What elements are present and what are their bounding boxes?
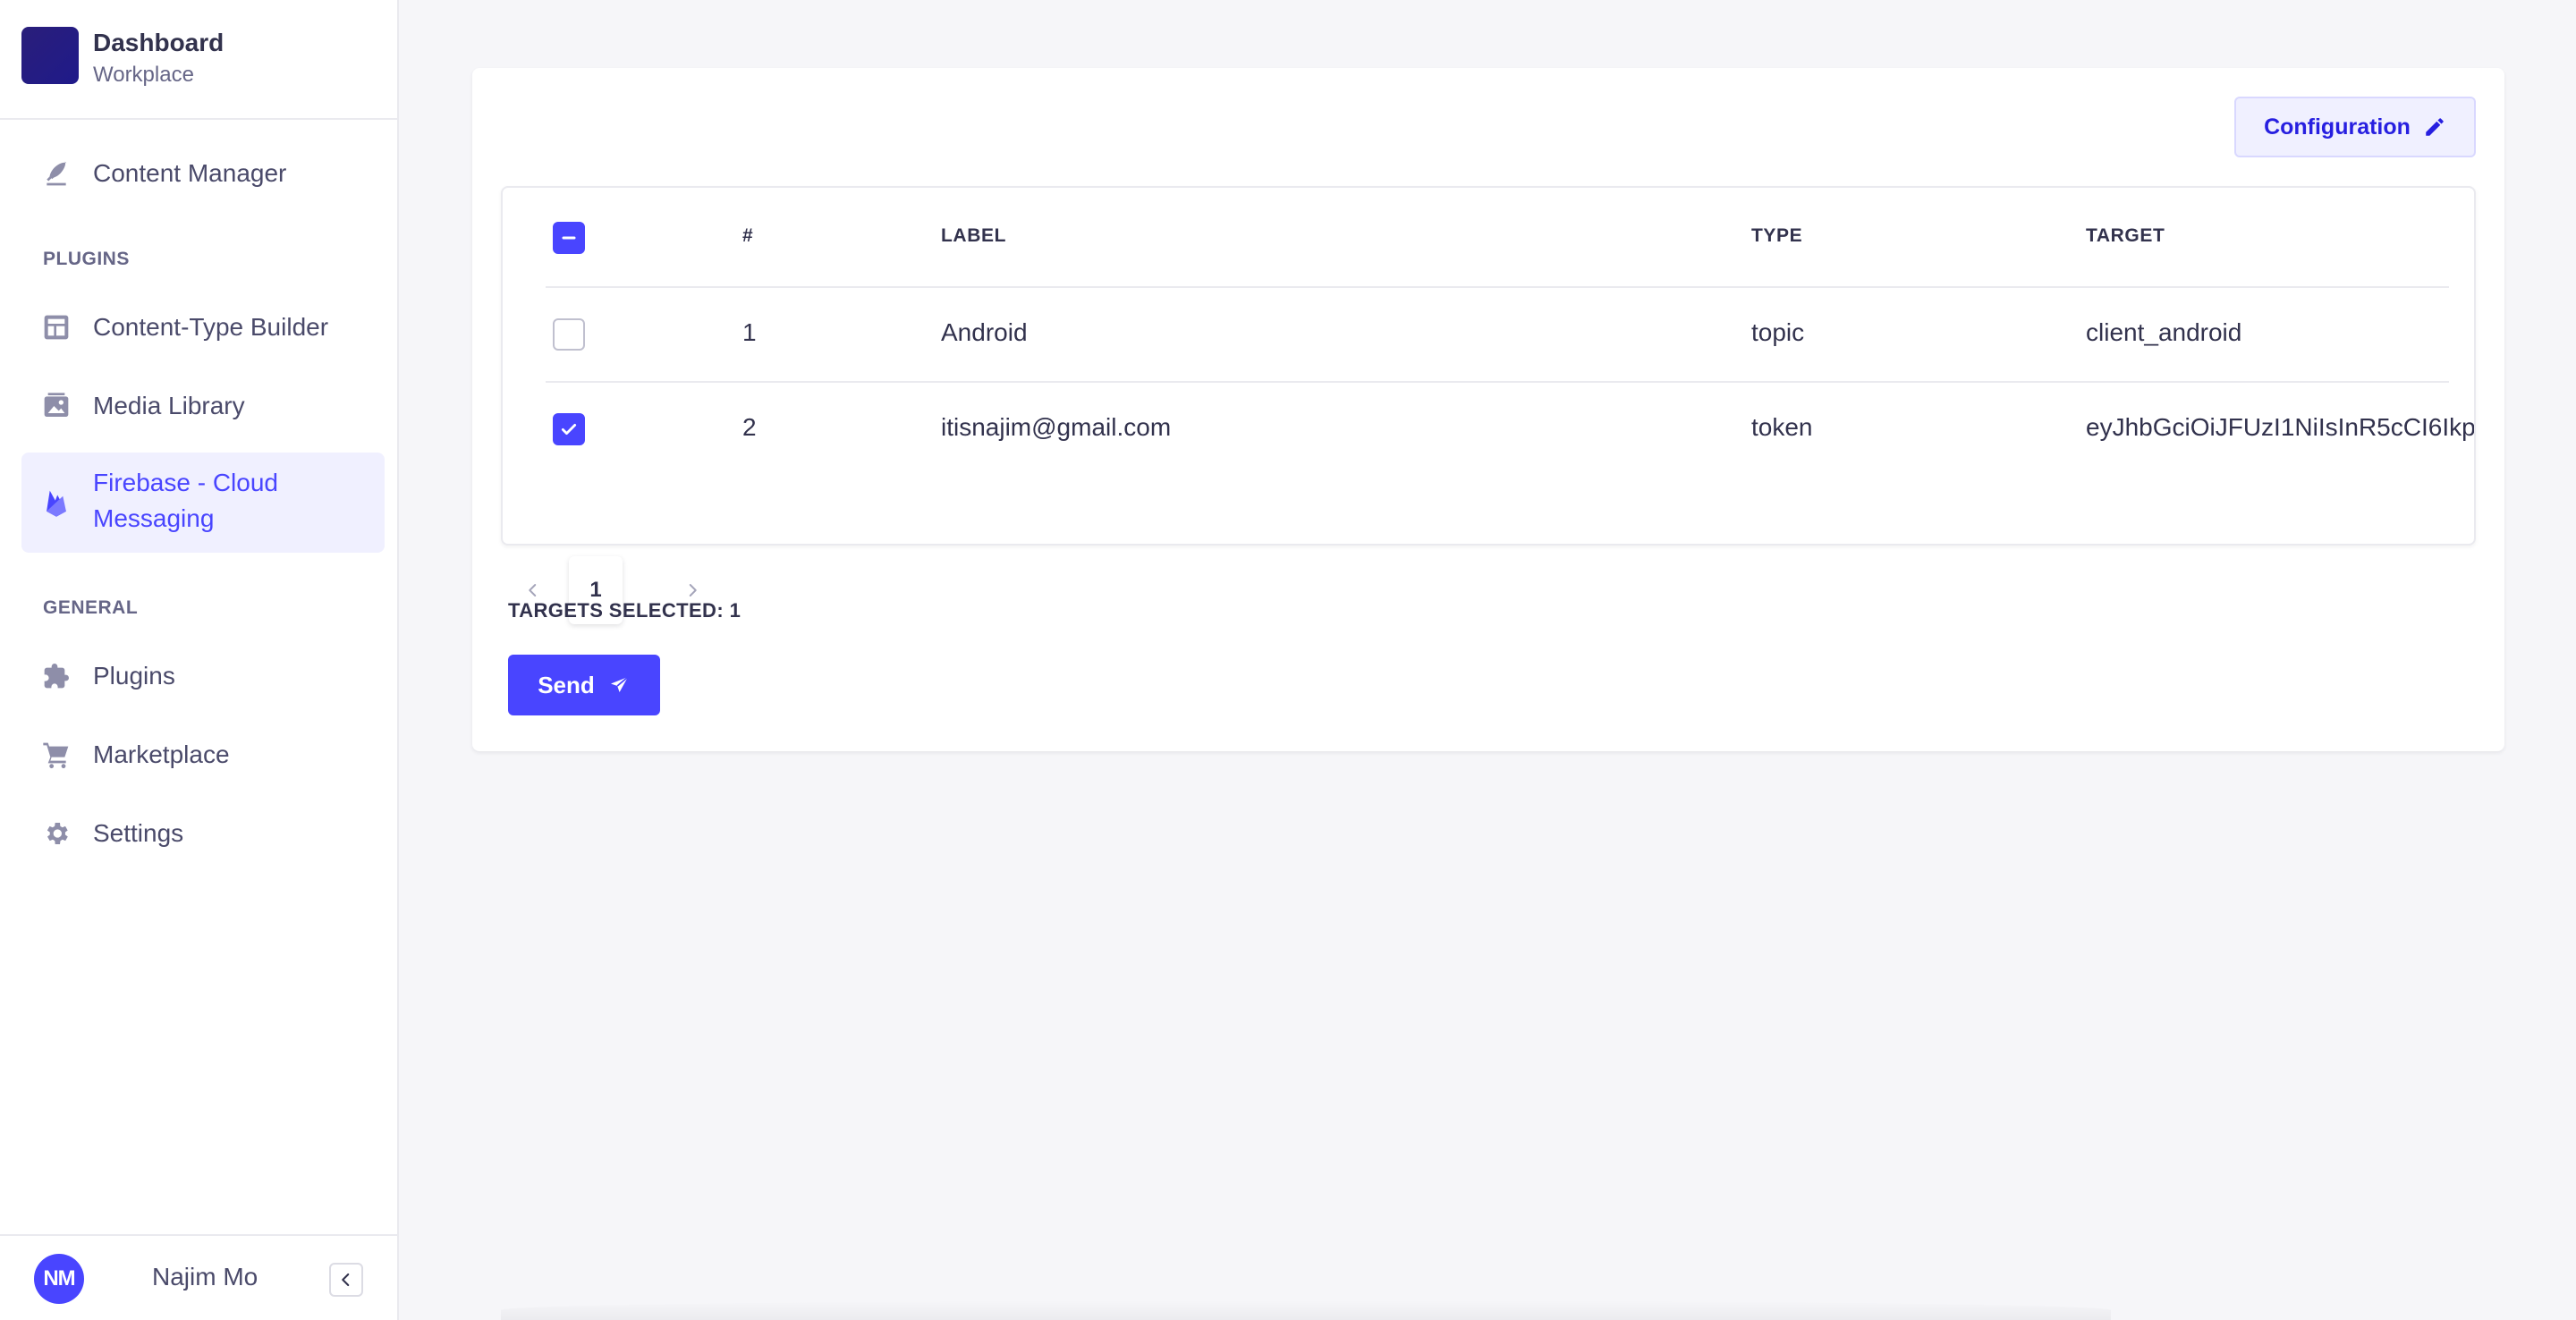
sidebar-item-firebase-cloud-messaging[interactable]: Firebase - Cloud Messaging [21,453,385,553]
sidebar-item-content-manager[interactable]: Content Manager [21,140,385,207]
brand-subtitle: Workplace [93,63,194,87]
gear-icon [41,818,72,849]
sidebar-item-label: Content-Type Builder [93,313,329,341]
sidebar-item-label: Media Library [93,392,245,419]
app-root: Dashboard Workplace Content Manager PLUG… [0,0,2576,1320]
column-header-target[interactable]: TARGET [2086,225,2165,247]
cell-label: Android [941,318,1028,346]
column-header-type[interactable]: TYPE [1751,225,1802,247]
send-button[interactable]: Send [508,655,660,715]
sidebar-item-label: Plugins [93,662,175,690]
collapse-sidebar-button[interactable] [329,1263,363,1297]
table-row[interactable]: 1 Android topic client_android [503,288,2474,383]
avatar[interactable]: NM [34,1254,84,1304]
cart-icon [41,740,72,770]
firebase-icon [41,487,72,518]
sidebar-item-label: Marketplace [93,740,230,768]
feather-icon [41,158,72,189]
chevron-left-icon [342,1273,350,1287]
chevron-left-icon [529,584,537,597]
brand-logo [21,27,79,84]
bottom-shadow [501,1300,2111,1320]
brand-title: Dashboard [93,29,225,56]
sidebar-item-plugins[interactable]: Plugins [21,642,385,710]
cell-type: topic [1751,318,1805,346]
cell-num: 2 [742,413,757,441]
column-header-num[interactable]: # [742,225,753,247]
sidebar-item-label: Settings [93,819,184,847]
cell-type: token [1751,413,1813,441]
row-checkbox[interactable] [553,413,585,445]
send-icon [610,676,629,692]
sidebar-item-media-library[interactable]: Media Library [21,372,385,440]
sidebar-footer: NM Najim Mo [0,1234,397,1320]
row-checkbox[interactable] [553,318,585,351]
send-button-label: Send [538,671,595,698]
chevron-right-icon [689,584,697,597]
column-header-label[interactable]: LABEL [941,225,1006,247]
section-label-plugins: PLUGINS [43,249,130,269]
main-card: Configuration # LABEL TYPE TARGET 1 Andr… [472,68,2504,751]
configuration-button-label: Configuration [2264,114,2411,140]
sidebar-item-label: Content Manager [93,159,287,187]
sidebar-item-content-type-builder[interactable]: Content-Type Builder [21,293,385,361]
layout-icon [41,312,72,343]
sidebar-item-marketplace[interactable]: Marketplace [21,721,385,789]
pencil-icon [2426,118,2444,136]
cell-num: 1 [742,318,757,346]
sidebar: Dashboard Workplace Content Manager PLUG… [0,0,399,1320]
cell-label: itisnajim@gmail.com [941,413,1172,441]
sidebar-item-settings[interactable]: Settings [21,800,385,867]
configuration-button[interactable]: Configuration [2234,97,2476,157]
sidebar-item-label-line2: Messaging [93,504,215,532]
cell-target: client_android [2086,318,2242,346]
minus-icon [562,236,576,240]
select-all-checkbox[interactable] [553,222,585,254]
puzzle-icon [41,661,72,691]
image-icon [41,391,72,421]
table-header: # LABEL TYPE TARGET [503,188,2474,288]
user-name[interactable]: Najim Mo [152,1263,258,1291]
sidebar-item-label-line1: Firebase - Cloud [93,469,278,496]
targets-table: # LABEL TYPE TARGET 1 Android topic clie… [501,186,2476,546]
cell-target: eyJhbGciOiJFUzI1NiIsInR5cCI6Ikp [2086,413,2476,441]
targets-selected-count: TARGETS SELECTED: 1 [508,599,741,622]
check-icon [561,424,577,435]
table-row[interactable]: 2 itisnajim@gmail.com token eyJhbGciOiJF… [503,383,2476,478]
brand-header: Dashboard Workplace [0,0,397,120]
section-label-general: GENERAL [43,597,139,618]
